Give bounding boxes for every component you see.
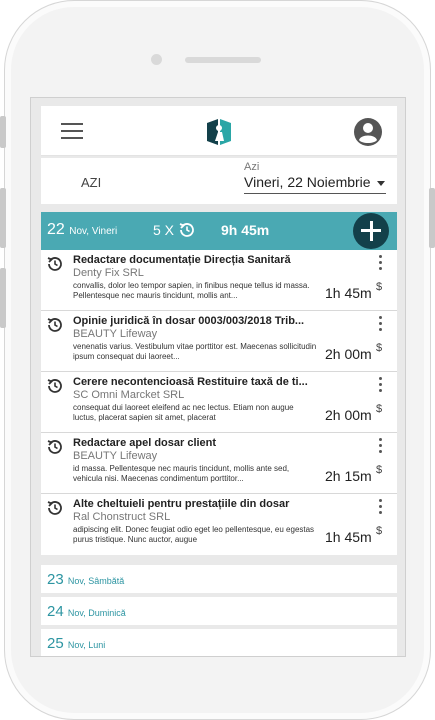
entry-description: venenatis varius. Vestibulum vitae portt… [73,342,317,361]
entry-duration: 1h 45m [325,285,372,301]
entry-title: Alte cheltuieli pentru prestațiile din d… [73,498,290,510]
day-row-24[interactable]: 24 Nov, Duminică [41,597,397,625]
day-name: Nov, Duminică [67,608,126,618]
billable-icon: $ [376,403,383,415]
total-duration: 9h 45m [221,222,270,238]
history-icon [47,379,62,393]
account-circle-icon[interactable] [353,117,383,147]
more-vert-icon[interactable] [379,255,383,271]
billable-icon: $ [376,342,383,354]
date-select-label: Azi [244,161,260,173]
speaker-grille [185,57,261,63]
entry-duration: 1h 45m [325,529,372,545]
entry-description: convallis, dolor leo tempor sapien, in f… [73,281,310,300]
app-header [41,106,397,156]
day-number: 24 [47,603,64,620]
entry-client: BEAUTY Lifeway [73,450,158,462]
entry-item[interactable]: Cerere necontencioasă Restituire taxă de… [41,372,397,433]
entry-item[interactable]: Redactare apel dosar client BEAUTY Lifew… [41,433,397,494]
side-button [0,188,6,248]
entry-description: adipiscing elit. Donec feugiat odio eget… [73,525,315,544]
entry-client: BEAUTY Lifeway [73,328,158,340]
entry-title: Opinie juridică în dosar 0003/003/2018 T… [73,315,305,327]
side-button [0,268,6,328]
side-button [0,116,6,148]
more-vert-icon[interactable] [379,377,383,393]
entry-count: 5 X [153,222,175,238]
entry-title: Redactare documentație Direcția Sanitară [73,254,291,266]
entry-item[interactable]: Alte cheltuieli pentru prestațiile din d… [41,494,397,555]
date-select[interactable]: Vineri, 22 Noiembrie [244,174,386,194]
entry-client: Denty Fix SRL [73,267,144,279]
history-icon [47,501,62,515]
more-vert-icon[interactable] [379,438,383,454]
side-button [429,188,435,248]
entry-item[interactable]: Redactare documentație Direcția Sanitară… [41,250,397,311]
entry-description: consequat dui laoreet eleifend ac nec le… [73,403,294,422]
day-name: Nov, Vineri [69,226,118,237]
more-vert-icon[interactable] [379,316,383,332]
billable-icon: $ [376,281,383,293]
entry-duration: 2h 00m [325,407,372,423]
entry-description: id massa. Pellentesque nec mauris tincid… [73,464,290,483]
day-number: 25 [47,635,64,652]
chevron-down-icon [377,181,385,186]
date-bar: AZI Azi Vineri, 22 Noiembrie [41,158,397,204]
app-logo [207,119,231,145]
day-number: 23 [47,571,64,588]
entry-title: Redactare apel dosar client [73,437,217,449]
history-icon [47,318,62,332]
add-entry-button[interactable] [353,213,389,249]
hamburger-icon[interactable] [61,123,83,140]
entry-client: SC Omni Marcket SRL [73,389,185,401]
billable-icon: $ [376,464,383,476]
history-icon [47,440,62,454]
day-name: Nov, Sâmbătă [67,576,125,586]
history-icon [47,257,62,271]
camera-dot [151,54,162,65]
entry-item[interactable]: Opinie juridică în dosar 0003/003/2018 T… [41,311,397,372]
day-row-23[interactable]: 23 Nov, Sâmbătă [41,565,397,593]
entry-title: Cerere necontencioasă Restituire taxă de… [73,376,308,388]
day-number: 22 [47,221,65,238]
day-row-25[interactable]: 25 Nov, Luni [41,629,397,656]
history-icon [179,223,194,237]
day-name: Nov, Luni [67,640,106,650]
more-vert-icon[interactable] [379,499,383,515]
entry-duration: 2h 00m [325,346,372,362]
current-day-header: 22 Nov, Vineri 5 X 9h 45m [41,212,397,250]
entry-list: Redactare documentație Direcția Sanitară… [41,250,397,555]
today-button[interactable]: AZI [81,175,101,190]
entry-client: Ral Chonstruct SRL [73,511,171,523]
billable-icon: $ [376,525,383,537]
app-screen: AZI Azi Vineri, 22 Noiembrie 22 Nov, Vin… [30,97,406,657]
entry-duration: 2h 15m [325,468,372,484]
date-select-value: Vineri, 22 Noiembrie [244,174,371,190]
